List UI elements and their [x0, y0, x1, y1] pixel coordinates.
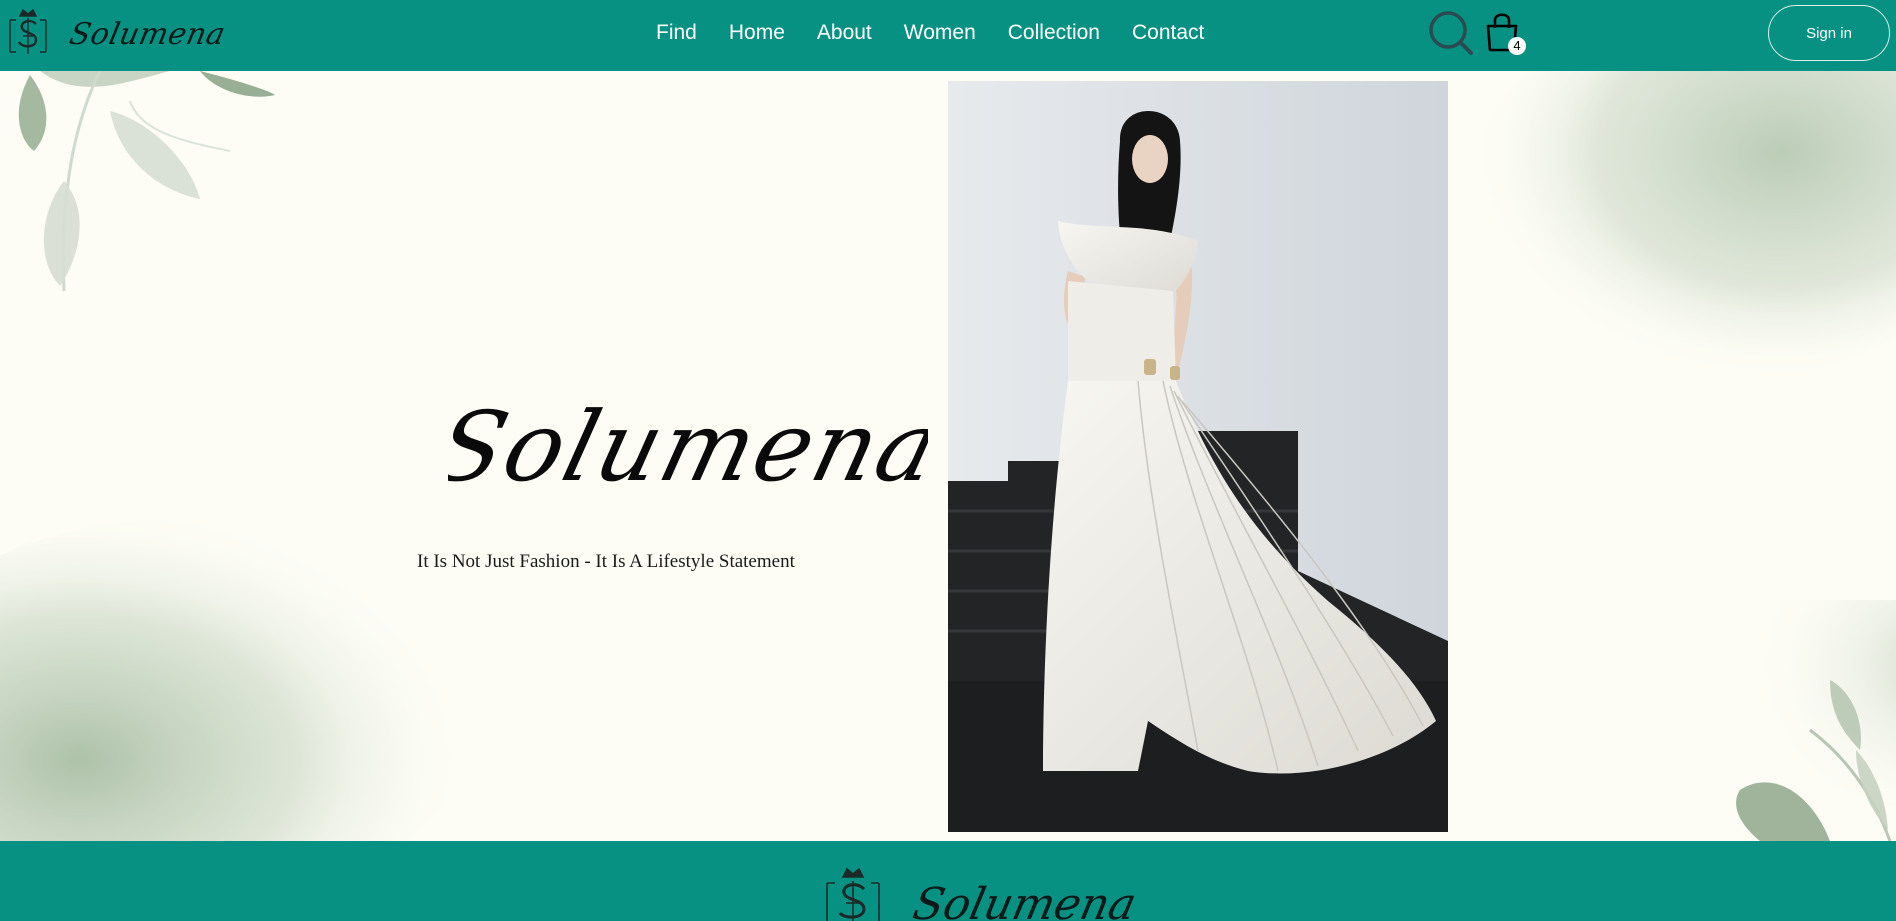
- search-button[interactable]: [1428, 10, 1474, 56]
- crest-logo-icon: [9, 8, 47, 54]
- main-nav: Find Home About Women Collection Contact: [656, 21, 1236, 45]
- hero-title: Solumena: [425, 330, 952, 540]
- footer-brand-logo[interactable]: Solumena: [822, 863, 1141, 921]
- nav-women[interactable]: Women: [904, 21, 976, 45]
- leaves-top-left-decoration: [18, 71, 275, 292]
- watercolor-bottom-left-decoration: [0, 520, 470, 841]
- footer-wordmark: Solumena: [908, 879, 1141, 921]
- hero-model-photo: [948, 81, 1448, 832]
- nav-contact[interactable]: Contact: [1132, 21, 1204, 45]
- footer-crest-logo-icon: [826, 867, 880, 921]
- nav-home[interactable]: Home: [729, 21, 785, 45]
- nav-about[interactable]: About: [817, 21, 872, 45]
- cart-button[interactable]: 4: [1484, 10, 1526, 56]
- hero-title-text: Solumena: [448, 391, 928, 502]
- leaves-bottom-right-decoration: [1720, 600, 1896, 841]
- cart-count-badge: 4: [1508, 37, 1526, 55]
- hero-script-wordmark: Solumena: [425, 391, 952, 502]
- watercolor-top-right-decoration: [1470, 71, 1896, 371]
- hero-tagline: It Is Not Just Fashion - It Is A Lifesty…: [417, 551, 795, 572]
- model-photo-image: [948, 81, 1448, 832]
- footer-bar: Solumena: [0, 841, 1896, 921]
- brand-logo[interactable]: Solumena: [6, 4, 229, 58]
- brand-wordmark: Solumena: [66, 16, 229, 52]
- top-navbar: Solumena Find Home About Women Collectio…: [0, 0, 1896, 71]
- nav-collection[interactable]: Collection: [1008, 21, 1100, 45]
- nav-find[interactable]: Find: [656, 21, 697, 45]
- sign-in-button[interactable]: Sign in: [1768, 5, 1890, 61]
- search-icon: [1429, 11, 1473, 55]
